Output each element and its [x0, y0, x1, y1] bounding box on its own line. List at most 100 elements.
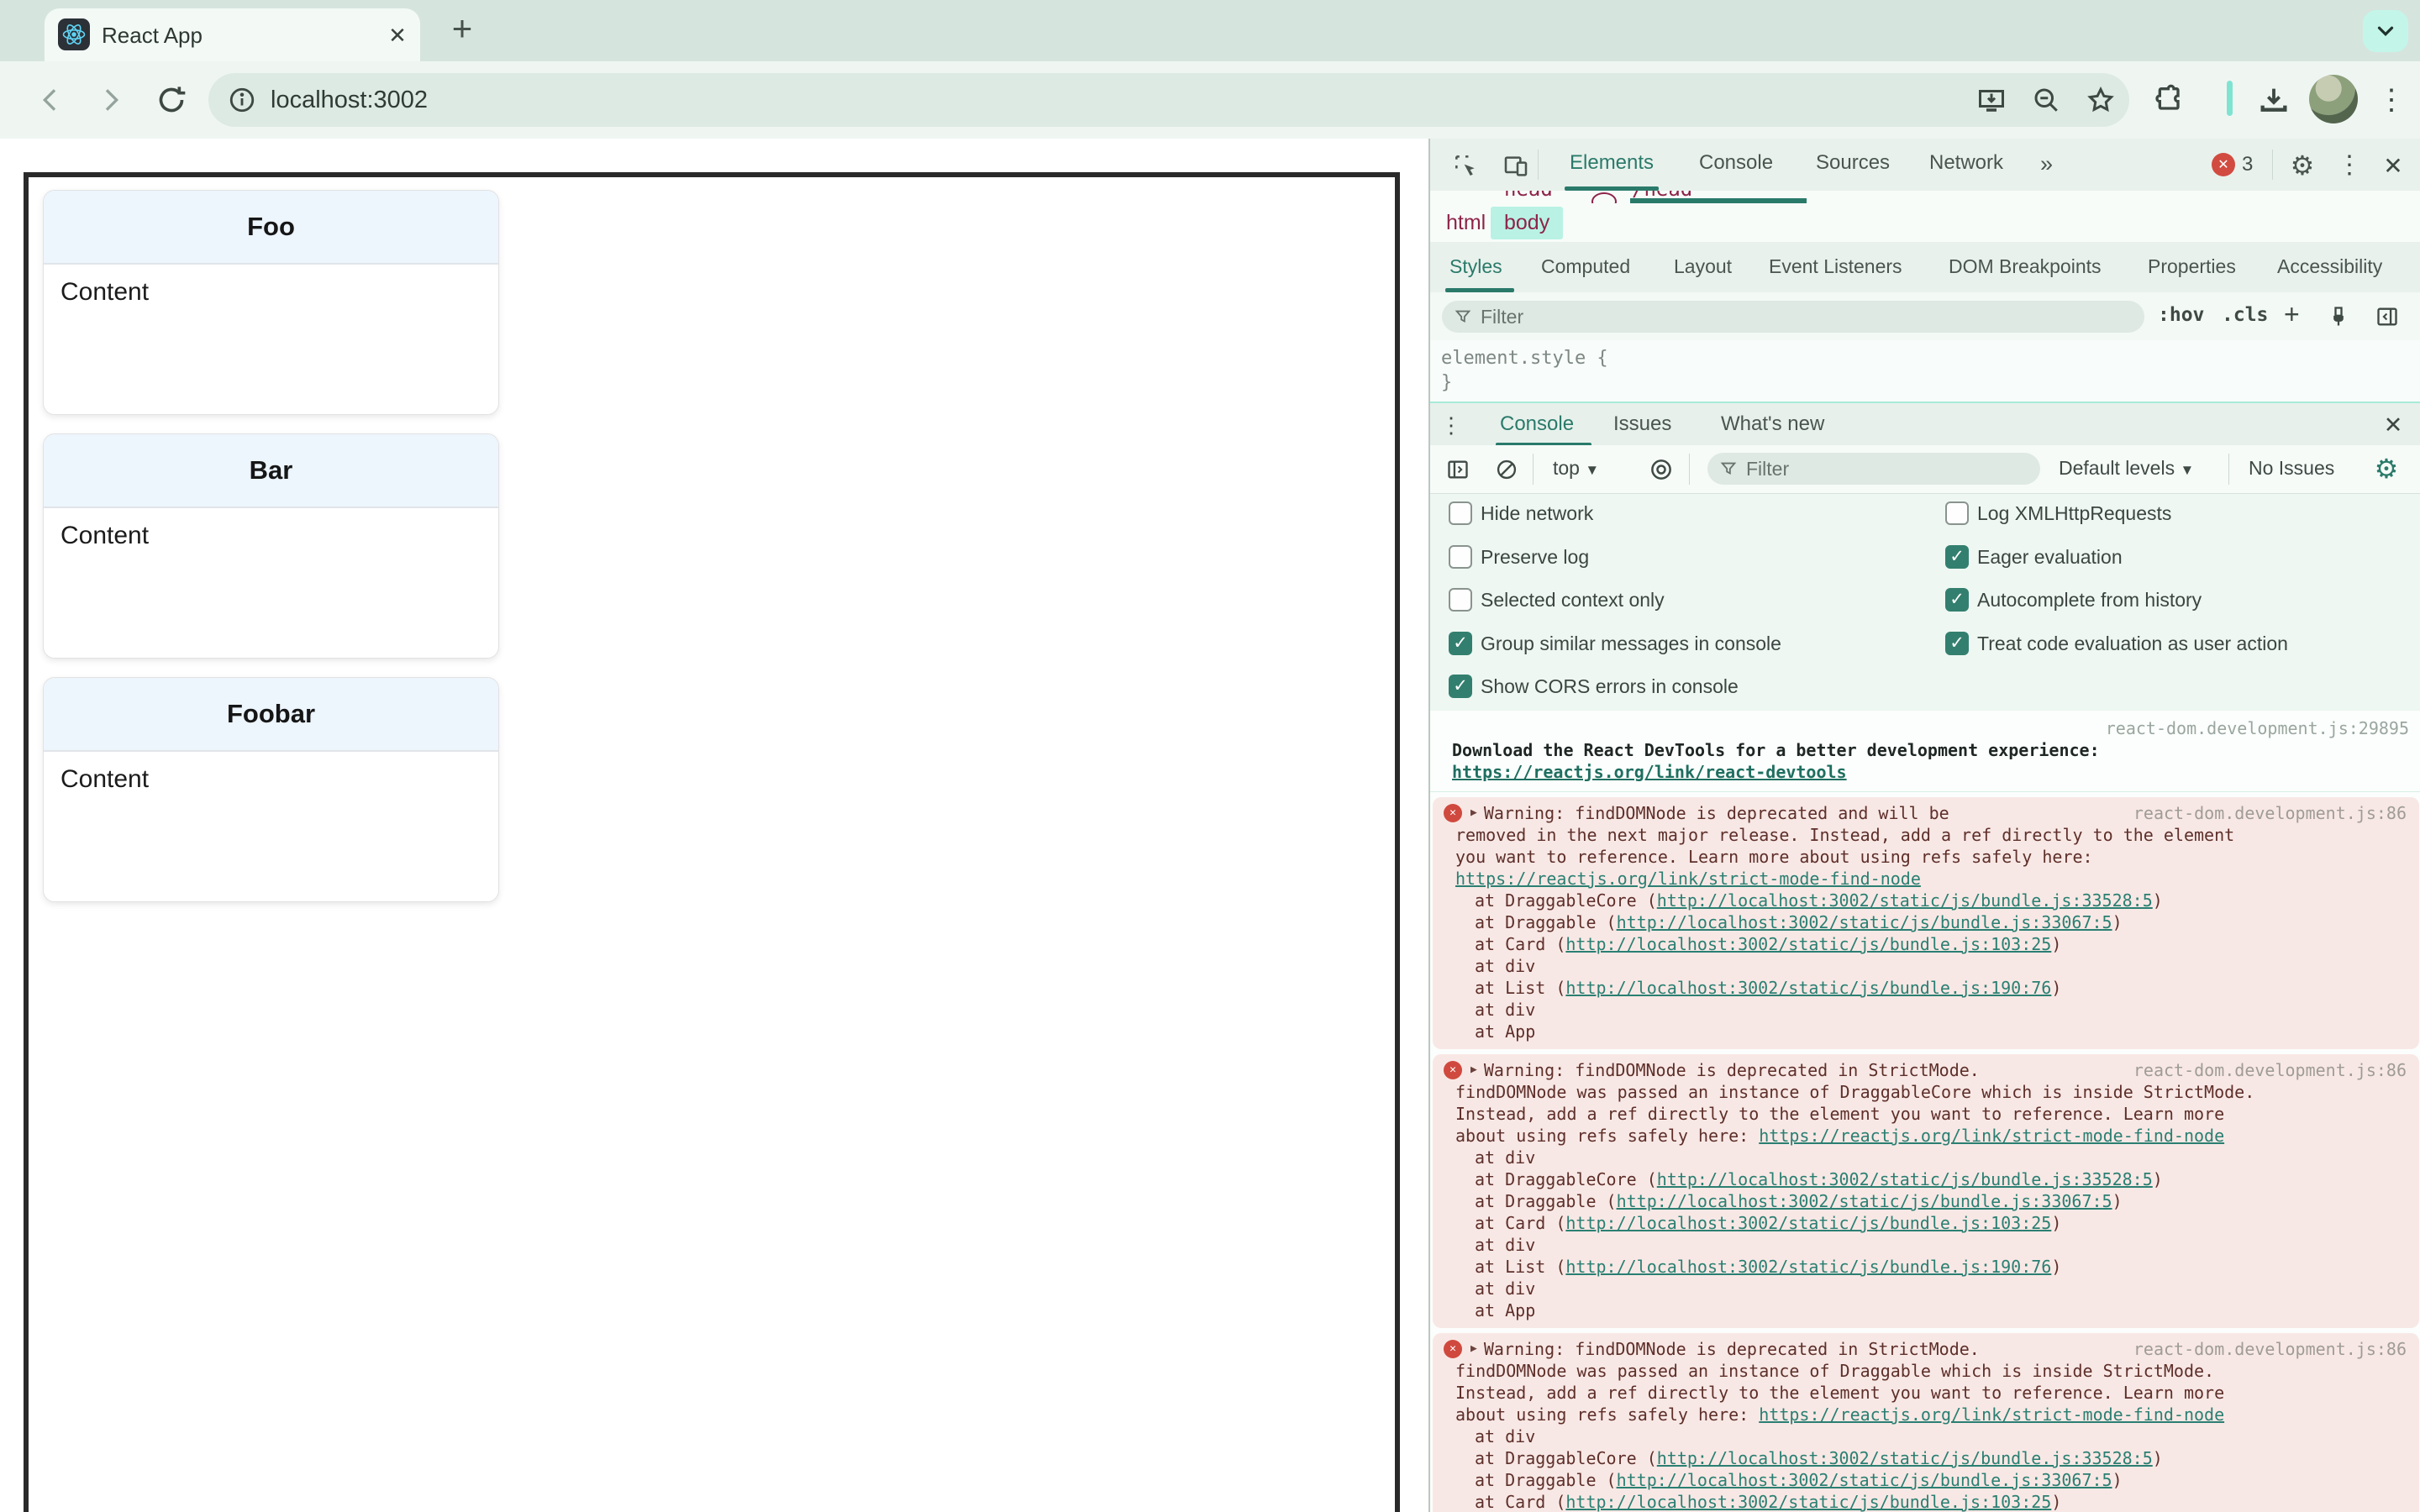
card-foobar[interactable]: Foobar Content: [43, 677, 499, 902]
stack-link[interactable]: http://localhost:3002/static/js/bundle.j…: [1565, 1492, 2051, 1512]
source-location-link[interactable]: react-dom.development.js:86: [2133, 1059, 2407, 1081]
console-filter-input[interactable]: Filter: [1707, 453, 2040, 485]
breadcrumb-html[interactable]: html: [1446, 211, 1486, 235]
devtools-link[interactable]: https://reactjs.org/link/react-devtools: [1452, 762, 1847, 782]
stack-link[interactable]: https://reactjs.org/link/strict-mode-fin…: [1455, 869, 1921, 889]
error-count[interactable]: 3: [2242, 153, 2253, 176]
download-icon[interactable]: [2252, 78, 2296, 122]
stack-link[interactable]: http://localhost:3002/static/js/bundle.j…: [1657, 1448, 2153, 1468]
browser-menu-kebab-icon[interactable]: ⋮: [2370, 78, 2413, 122]
source-location-link[interactable]: react-dom.development.js:86: [2133, 802, 2407, 824]
avatar[interactable]: [2309, 75, 2358, 123]
new-tab-button[interactable]: +: [444, 10, 481, 47]
breadcrumb-body-selected[interactable]: body: [1491, 207, 1564, 239]
stack-link[interactable]: http://localhost:3002/static/js/bundle.j…: [1657, 890, 2153, 911]
console-sidebar-icon[interactable]: [1442, 454, 1474, 486]
source-location-link[interactable]: react-dom.development.js:29895: [2106, 717, 2409, 739]
devtools-kebab-icon[interactable]: ⋮: [2333, 149, 2366, 182]
stack-link[interactable]: http://localhost:3002/static/js/bundle.j…: [1565, 978, 2051, 998]
message-text: at Draggable (: [1475, 912, 1617, 932]
drawer-tab-issues[interactable]: Issues: [1613, 412, 1671, 436]
stack-link[interactable]: http://localhost:3002/static/js/bundle.j…: [1565, 1257, 2051, 1277]
drawer-tab-console[interactable]: Console: [1500, 412, 1574, 436]
stack-link[interactable]: http://localhost:3002/static/js/bundle.j…: [1565, 934, 2051, 954]
console-warning-message[interactable]: ✕ ▶ Warning: findDOMNode is deprecated in …: [1433, 1054, 2419, 1328]
stack-link[interactable]: http://localhost:3002/static/js/bundle.j…: [1617, 1470, 2112, 1490]
subtab-properties[interactable]: Properties: [2148, 255, 2236, 278]
console-warning-message[interactable]: ✕ ▶ Warning: findDOMNode is deprecated and…: [1433, 797, 2419, 1049]
checkbox-treat-code-evaluation-as-user-action[interactable]: ✓: [1945, 631, 1969, 655]
toggle-sidebar-icon[interactable]: [2371, 301, 2403, 333]
subtab-computed[interactable]: Computed: [1541, 255, 1630, 278]
stack-link[interactable]: https://reactjs.org/link/strict-mode-fin…: [1759, 1404, 2224, 1425]
stack-link[interactable]: http://localhost:3002/static/js/bundle.j…: [1617, 1191, 2112, 1211]
warning-body-line: https://reactjs.org/link/strict-mode-fin…: [1455, 868, 2419, 890]
bookmark-star-icon[interactable]: [2082, 81, 2119, 118]
window-chevron-button[interactable]: [2363, 10, 2408, 52]
checkbox-eager-evaluation[interactable]: ✓: [1945, 544, 1969, 569]
checkbox-autocomplete-from-history[interactable]: ✓: [1945, 588, 1969, 612]
pseudo-state-toggle[interactable]: :hov: [2158, 304, 2204, 326]
live-expression-eye-icon[interactable]: [1645, 454, 1677, 486]
subtab-layout[interactable]: Layout: [1674, 255, 1732, 278]
expand-caret-icon[interactable]: ▶: [1470, 802, 1477, 824]
error-badge-icon[interactable]: ✕: [2212, 153, 2235, 176]
reload-button[interactable]: [151, 80, 192, 120]
back-button[interactable]: [30, 80, 71, 120]
inspect-element-icon[interactable]: [1449, 149, 1482, 182]
subtab-styles[interactable]: Styles: [1449, 255, 1502, 278]
log-levels-dropdown[interactable]: Default levels ▼: [2059, 457, 2194, 480]
drawer-close-icon[interactable]: ✕: [2378, 410, 2408, 440]
devtools-close-icon[interactable]: ✕: [2376, 149, 2410, 182]
devtools-tab-console[interactable]: Console: [1699, 151, 1773, 175]
drawer-kebab-icon[interactable]: ⋮: [1437, 410, 1465, 440]
expand-caret-icon[interactable]: ▶: [1470, 1059, 1477, 1081]
stack-link[interactable]: http://localhost:3002/static/js/bundle.j…: [1657, 1169, 2153, 1189]
checkbox-preserve-log[interactable]: [1449, 544, 1472, 569]
more-tabs-icon[interactable]: »: [2040, 151, 2053, 177]
brush-icon[interactable]: [2323, 301, 2354, 333]
tab-close-icon[interactable]: ✕: [384, 22, 411, 49]
extensions-puzzle-icon[interactable]: [2148, 78, 2191, 122]
message-text: ): [2051, 934, 2062, 954]
devtools-tab-sources[interactable]: Sources: [1816, 151, 1890, 175]
element-style-block[interactable]: element.style { }: [1430, 340, 2420, 403]
stack-link[interactable]: http://localhost:3002/static/js/bundle.j…: [1617, 912, 2112, 932]
card-bar[interactable]: Bar Content: [43, 433, 499, 659]
site-info-icon[interactable]: [224, 81, 260, 118]
checkbox-group-similar-messages-in-console[interactable]: ✓: [1449, 631, 1472, 655]
stack-link[interactable]: https://reactjs.org/link/strict-mode-fin…: [1759, 1126, 2224, 1146]
devtools-tab-network[interactable]: Network: [1929, 151, 2003, 175]
expand-caret-icon[interactable]: ▶: [1470, 1338, 1477, 1360]
zoom-out-icon[interactable]: [2028, 81, 2065, 118]
issues-counter[interactable]: No Issues: [2249, 457, 2334, 480]
console-warning-message[interactable]: ✕ ▶ Warning: findDOMNode is deprecated in …: [1433, 1333, 2419, 1512]
checkbox-hide-network[interactable]: [1449, 501, 1472, 525]
styles-filter-input[interactable]: Filter: [1442, 301, 2144, 333]
address-bar[interactable]: localhost:3002: [208, 73, 2129, 127]
subtab-event-listeners[interactable]: Event Listeners: [1769, 255, 1902, 278]
url-text[interactable]: localhost:3002: [271, 87, 428, 114]
console-settings-gear-icon[interactable]: ⚙: [2370, 452, 2403, 486]
browser-tab[interactable]: React App ✕: [45, 8, 420, 61]
new-style-rule-plus-icon[interactable]: +: [2284, 299, 2300, 330]
forward-button[interactable]: [91, 80, 131, 120]
subtab-accessibility[interactable]: Accessibility: [2277, 255, 2382, 278]
install-app-icon[interactable]: [1973, 81, 2010, 118]
card-foo[interactable]: Foo Content: [43, 190, 499, 415]
source-location-link[interactable]: react-dom.development.js:86: [2133, 1338, 2407, 1360]
clear-console-icon[interactable]: [1491, 454, 1523, 486]
divider: [1689, 454, 1690, 485]
devtools-settings-gear-icon[interactable]: ⚙: [2286, 149, 2319, 182]
class-toggle[interactable]: .cls: [2222, 304, 2268, 326]
stack-link[interactable]: http://localhost:3002/static/js/bundle.j…: [1565, 1213, 2051, 1233]
drawer-tab-whats-new[interactable]: What's new: [1721, 412, 1824, 436]
checkbox-show-cors-errors-in-console[interactable]: ✓: [1449, 675, 1472, 698]
device-toolbar-icon[interactable]: [1499, 149, 1533, 182]
checkbox-log-xmlhttprequests[interactable]: [1945, 501, 1969, 525]
subtab-dom-breakpoints[interactable]: DOM Breakpoints: [1949, 255, 2102, 278]
devtools-tab-elements[interactable]: Elements: [1570, 151, 1654, 175]
context-selector[interactable]: top ▼: [1553, 457, 1599, 480]
console-info-message: react-dom.development.js:29895 Download t…: [1430, 711, 2420, 792]
checkbox-selected-context-only[interactable]: [1449, 588, 1472, 612]
